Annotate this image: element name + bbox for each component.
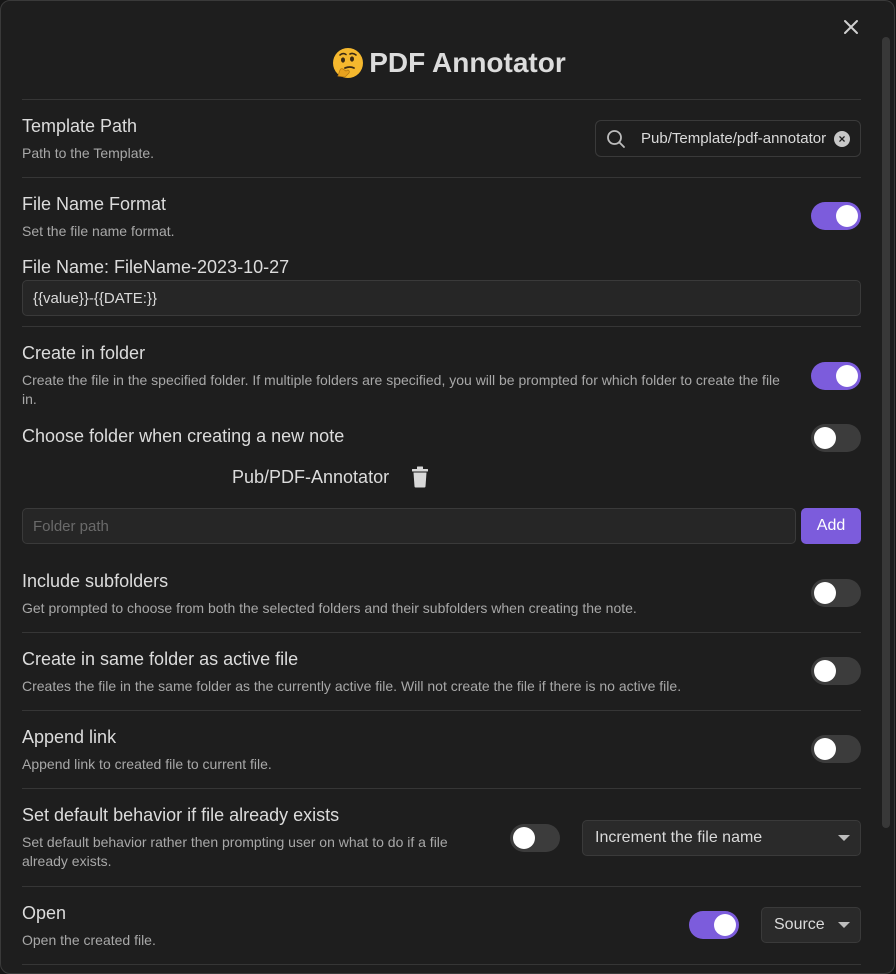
template-path-label: Template Path <box>22 116 138 136</box>
open-mode-select[interactable]: Source <box>761 907 861 943</box>
template-path-desc: Path to the Template. <box>22 145 155 161</box>
scrollbar[interactable] <box>882 37 890 828</box>
include-subfolders-label: Include subfolders <box>22 571 169 591</box>
include-subfolders-desc: Get prompted to choose from both the sel… <box>22 600 637 616</box>
same-folder-desc: Creates the file in the same folder as t… <box>22 678 682 694</box>
toggle-knob <box>814 582 836 604</box>
add-folder-button[interactable]: Add <box>801 508 861 544</box>
same-folder-toggle[interactable] <box>811 657 861 685</box>
file-name-format-label: File Name Format <box>22 194 167 214</box>
default-behavior-label: Set default behavior if file already exi… <box>22 805 340 825</box>
trash-icon[interactable] <box>411 466 429 488</box>
default-behavior-select[interactable]: Increment the file name <box>582 820 861 856</box>
divider <box>22 886 861 887</box>
create-in-folder-toggle[interactable] <box>811 362 861 390</box>
chevron-down-icon <box>838 922 850 928</box>
thinking-face-icon <box>333 48 364 78</box>
append-link-desc: Append link to created file to current f… <box>22 756 272 772</box>
template-path-search[interactable]: Pub/Template/pdf-annotator × <box>595 120 861 157</box>
toggle-knob <box>836 205 858 227</box>
divider <box>22 632 861 633</box>
file-name-format-toggle[interactable] <box>811 202 861 230</box>
divider <box>22 177 861 178</box>
chevron-down-icon <box>838 835 850 841</box>
file-name-format-desc: Set the file name format. <box>22 223 175 239</box>
open-mode-selected: Source <box>774 916 825 933</box>
search-icon <box>607 130 625 148</box>
divider <box>22 710 861 711</box>
modal-title: PDF Annotator <box>369 47 566 78</box>
toggle-knob <box>814 738 836 760</box>
template-path-input[interactable]: Pub/Template/pdf-annotator <box>641 130 826 147</box>
default-behavior-toggle[interactable] <box>510 824 560 852</box>
file-name-format-input[interactable]: {{value}}-{{DATE:}} <box>22 280 861 316</box>
create-in-folder-desc: Create the file in the specified folder.… <box>22 372 780 407</box>
include-subfolders-toggle[interactable] <box>811 579 861 607</box>
close-button[interactable] <box>837 13 865 41</box>
create-in-folder-label: Create in folder <box>22 343 146 363</box>
toggle-knob <box>836 365 858 387</box>
settings-modal: PDF Annotator Template Path Path to the … <box>0 0 895 974</box>
divider <box>22 99 861 100</box>
choose-folder-label: Choose folder when creating a new note <box>22 426 345 446</box>
toggle-knob <box>814 660 836 682</box>
folder-list-item: Pub/PDF-Annotator <box>232 467 390 487</box>
toggle-knob <box>513 827 535 849</box>
file-name-preview: File Name: FileName-2023-10-27 <box>22 257 290 277</box>
choose-folder-toggle[interactable] <box>811 424 861 452</box>
toggle-knob <box>714 914 736 936</box>
clear-search-icon[interactable]: × <box>834 131 850 147</box>
modal-title-row: PDF Annotator <box>1 41 894 85</box>
open-toggle[interactable] <box>689 911 739 939</box>
divider <box>22 788 861 789</box>
append-link-toggle[interactable] <box>811 735 861 763</box>
toggle-knob <box>814 427 836 449</box>
default-behavior-selected: Increment the file name <box>595 829 763 846</box>
divider <box>22 326 861 327</box>
open-desc: Open the created file. <box>22 932 156 948</box>
close-icon <box>844 20 858 34</box>
divider <box>22 964 861 965</box>
same-folder-label: Create in same folder as active file <box>22 649 299 669</box>
folder-path-input[interactable]: Folder path <box>22 508 796 544</box>
open-label: Open <box>22 903 67 923</box>
append-link-label: Append link <box>22 727 117 747</box>
default-behavior-desc: Set default behavior rather then prompti… <box>22 834 448 869</box>
